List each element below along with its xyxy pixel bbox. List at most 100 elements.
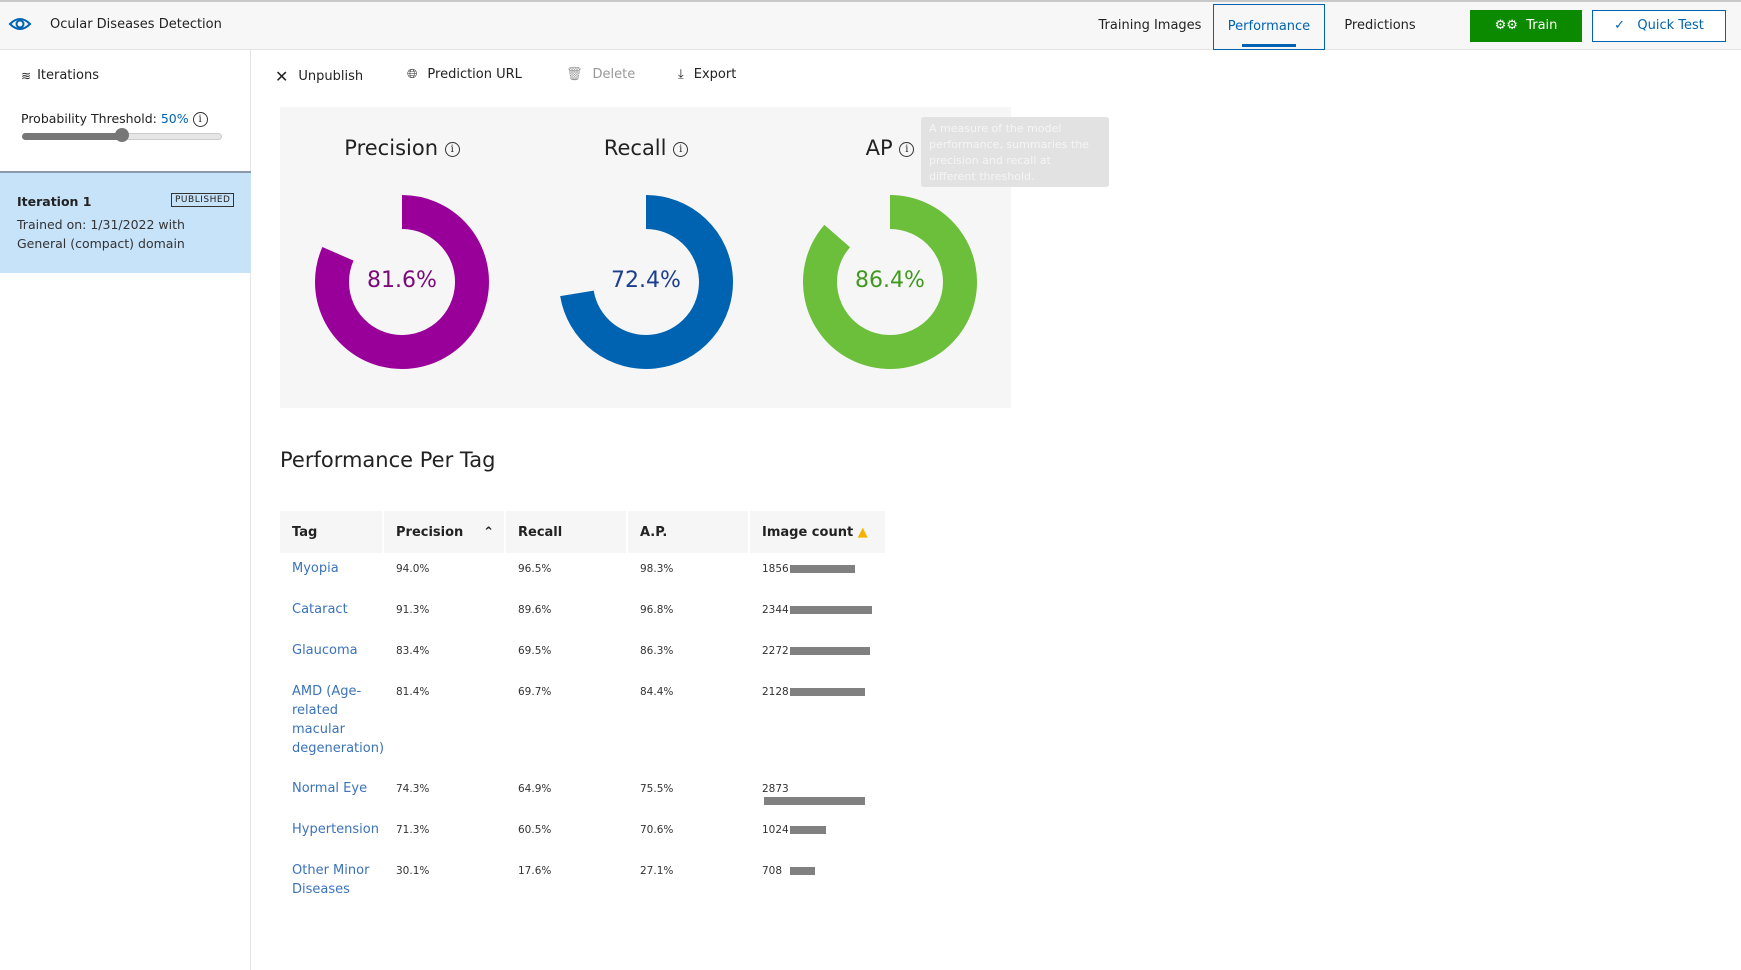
image-count-bar [790, 606, 872, 614]
image-count-bar [790, 647, 870, 655]
info-icon[interactable]: i [192, 112, 208, 127]
ap-cell: 86.3% [640, 645, 674, 657]
layers-icon: ≋ [21, 68, 32, 83]
tag-link[interactable]: Hypertension [280, 814, 384, 855]
image-count-cell: 708 [750, 855, 887, 899]
table-row: Glaucoma 83.4% 69.5% 86.3% 2272 [280, 635, 887, 676]
ap-cell: 75.5% [640, 783, 674, 795]
train-button[interactable]: ⚙⚙ Train [1470, 10, 1582, 42]
table-row: Myopia 94.0% 96.5% 98.3% 1856 [280, 553, 887, 594]
precision-header: Precision [396, 524, 464, 540]
image-count-header: Image count [762, 524, 854, 540]
precision-cell: 94.0% [396, 563, 430, 575]
threshold-label: Probability Threshold: 50% i [21, 111, 208, 127]
info-icon[interactable]: i [899, 141, 915, 157]
iterations-label: Iterations [37, 68, 99, 83]
per-tag-table: Tag Precision ⌃ Recall A.P. Image count ▲… [280, 511, 887, 899]
threshold-slider-fill [22, 133, 122, 140]
trash-icon: 🗑︎ [566, 67, 583, 82]
ap-cell: 84.4% [640, 686, 674, 698]
image-count-cell: 2344 [750, 594, 887, 635]
download-icon: ⤓ [678, 67, 684, 82]
ap-value: 86.4% [855, 268, 925, 293]
recall-cell: 60.5% [518, 824, 552, 836]
col-image-count[interactable]: Image count ▲ [750, 511, 887, 553]
ap-cell: 70.6% [640, 824, 674, 836]
info-icon[interactable]: i [673, 141, 689, 157]
unpublish-button[interactable]: ✕ Unpublish [275, 67, 363, 86]
globe-icon: 🌐︎ [407, 67, 418, 82]
threshold-slider-thumb[interactable] [115, 128, 129, 142]
image-count-cell: 2873 [750, 773, 887, 814]
recall-cell: 89.6% [518, 604, 552, 616]
table-row: Normal Eye 74.3% 64.9% 75.5% 2873 [280, 773, 887, 814]
recall-cell: 96.5% [518, 563, 552, 575]
tab-training-images[interactable]: Training Images [1090, 4, 1210, 50]
tab-predictions[interactable]: Predictions [1335, 4, 1425, 50]
col-recall[interactable]: Recall [506, 511, 628, 553]
image-count-cell: 1024 [750, 814, 887, 855]
image-count-bar [790, 867, 815, 875]
precision-label: Precision [344, 136, 438, 160]
col-ap[interactable]: A.P. [628, 511, 750, 553]
col-tag[interactable]: Tag [280, 511, 384, 553]
iteration-name: Iteration 1 [17, 194, 92, 209]
tab-performance[interactable]: Performance [1213, 4, 1325, 50]
tag-link[interactable]: Myopia [280, 553, 384, 594]
export-label: Export [693, 67, 737, 82]
ap-cell: 98.3% [640, 563, 674, 575]
info-icon[interactable]: i [444, 141, 460, 157]
delete-label: Delete [592, 67, 636, 82]
image-count-bar [790, 826, 826, 834]
threshold-text: Probability Threshold: [21, 111, 157, 126]
recall-cell: 69.5% [518, 645, 552, 657]
tag-link[interactable]: Normal Eye [280, 773, 384, 814]
app-title: Ocular Diseases Detection [50, 17, 222, 32]
recall-cell: 17.6% [518, 865, 552, 877]
ap-tooltip: A measure of the model performance, summ… [921, 117, 1109, 187]
tag-link[interactable]: Other Minor Diseases [280, 855, 384, 899]
precision-cell: 30.1% [396, 865, 430, 877]
ap-cell: 96.8% [640, 604, 674, 616]
table-row: Cataract 91.3% 89.6% 96.8% 2344 [280, 594, 887, 635]
image-count-bar [764, 797, 865, 805]
ap-label: AP [865, 136, 893, 160]
table-row: AMD (Age-related macular degeneration) 8… [280, 676, 887, 773]
train-label: Train [1526, 18, 1558, 33]
precision-cell: 71.3% [396, 824, 430, 836]
iteration-trained-info: Trained on: 1/31/2022 with General (comp… [17, 217, 185, 251]
eye-icon [8, 18, 32, 30]
precision-cell: 81.4% [396, 686, 430, 698]
image-count: 708 [762, 865, 783, 877]
col-precision[interactable]: Precision ⌃ [384, 511, 506, 553]
iteration-item[interactable]: Iteration 1 PUBLISHED Trained on: 1/31/2… [0, 171, 251, 273]
gears-icon: ⚙⚙ [1494, 18, 1518, 33]
image-count-bar [790, 688, 865, 696]
image-count: 1856 [762, 563, 789, 575]
export-button[interactable]: ⤓ Export [678, 67, 736, 82]
recall-cell: 69.7% [518, 686, 552, 698]
quick-test-button[interactable]: ✓ Quick Test [1592, 10, 1726, 42]
image-count: 1024 [762, 824, 789, 836]
prediction-url-button[interactable]: 🌐︎ Prediction URL [407, 67, 522, 82]
published-badge: PUBLISHED [171, 193, 235, 207]
image-count: 2344 [762, 604, 789, 616]
image-count: 2873 [762, 783, 789, 795]
tag-link[interactable]: Cataract [280, 594, 384, 635]
delete-button[interactable]: 🗑︎ Delete [566, 67, 635, 82]
warning-icon: ▲ [857, 524, 868, 540]
tab-label: Performance [1227, 19, 1311, 34]
iterations-header: ≋ Iterations [21, 68, 99, 83]
tag-link[interactable]: Glaucoma [280, 635, 384, 676]
image-count-cell: 2272 [750, 635, 887, 676]
check-icon: ✓ [1614, 18, 1625, 33]
precision-cell: 74.3% [396, 783, 430, 795]
recall-title: Recall i [546, 136, 746, 160]
image-count-bar [790, 565, 855, 573]
top-bar: Ocular Diseases Detection Training Image… [0, 0, 1741, 50]
tag-link[interactable]: AMD (Age-related macular degeneration) [280, 676, 384, 773]
table-row: Hypertension 71.3% 60.5% 70.6% 1024 [280, 814, 887, 855]
precision-cell: 91.3% [396, 604, 430, 616]
close-icon: ✕ [275, 67, 289, 86]
precision-title: Precision i [302, 136, 502, 160]
